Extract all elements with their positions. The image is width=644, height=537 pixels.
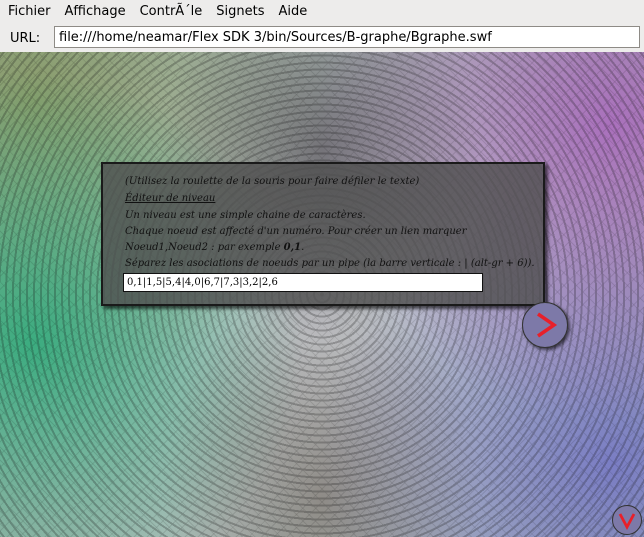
chevron-down-icon (618, 513, 636, 530)
dialog-line-1: Un niveau est une simple chaine de carac… (125, 210, 366, 221)
menu-affichage[interactable]: Affichage (57, 0, 132, 24)
menu-bar: Fichier Affichage ContrÃ´le Signets Aide (0, 0, 644, 24)
dialog-line-2: Chaque noeud est affecté d'un numéro. Po… (125, 226, 467, 237)
menu-controle[interactable]: ContrÃ´le (132, 0, 209, 24)
dialog-line-3: Noeud1,Noeud2 : par exemple 0,1. (125, 242, 304, 253)
line-3-example: 0,1 (283, 242, 302, 253)
dialog-line-4: Séparez les asociations de noeuds par un… (125, 258, 535, 269)
level-string-input[interactable] (123, 273, 483, 292)
dialog-heading: Éditeur de niveau (125, 193, 216, 204)
menu-fichier[interactable]: Fichier (0, 0, 57, 24)
menu-signets[interactable]: Signets (208, 0, 270, 24)
corner-button[interactable] (612, 505, 642, 535)
menu-aide[interactable]: Aide (271, 0, 314, 24)
line-3-prefix: Noeud1,Noeud2 : par exemple (125, 242, 284, 253)
line-3-suffix: . (301, 242, 305, 253)
level-editor-dialog: (Utilisez la roulette de la souris pour … (101, 162, 545, 306)
chevron-right-icon (537, 312, 558, 338)
next-button[interactable] (522, 302, 568, 348)
scroll-hint: (Utilisez la roulette de la souris pour … (125, 176, 420, 187)
url-label: URL: (10, 30, 41, 46)
url-input[interactable] (54, 26, 640, 48)
url-bar: URL: (0, 24, 644, 52)
